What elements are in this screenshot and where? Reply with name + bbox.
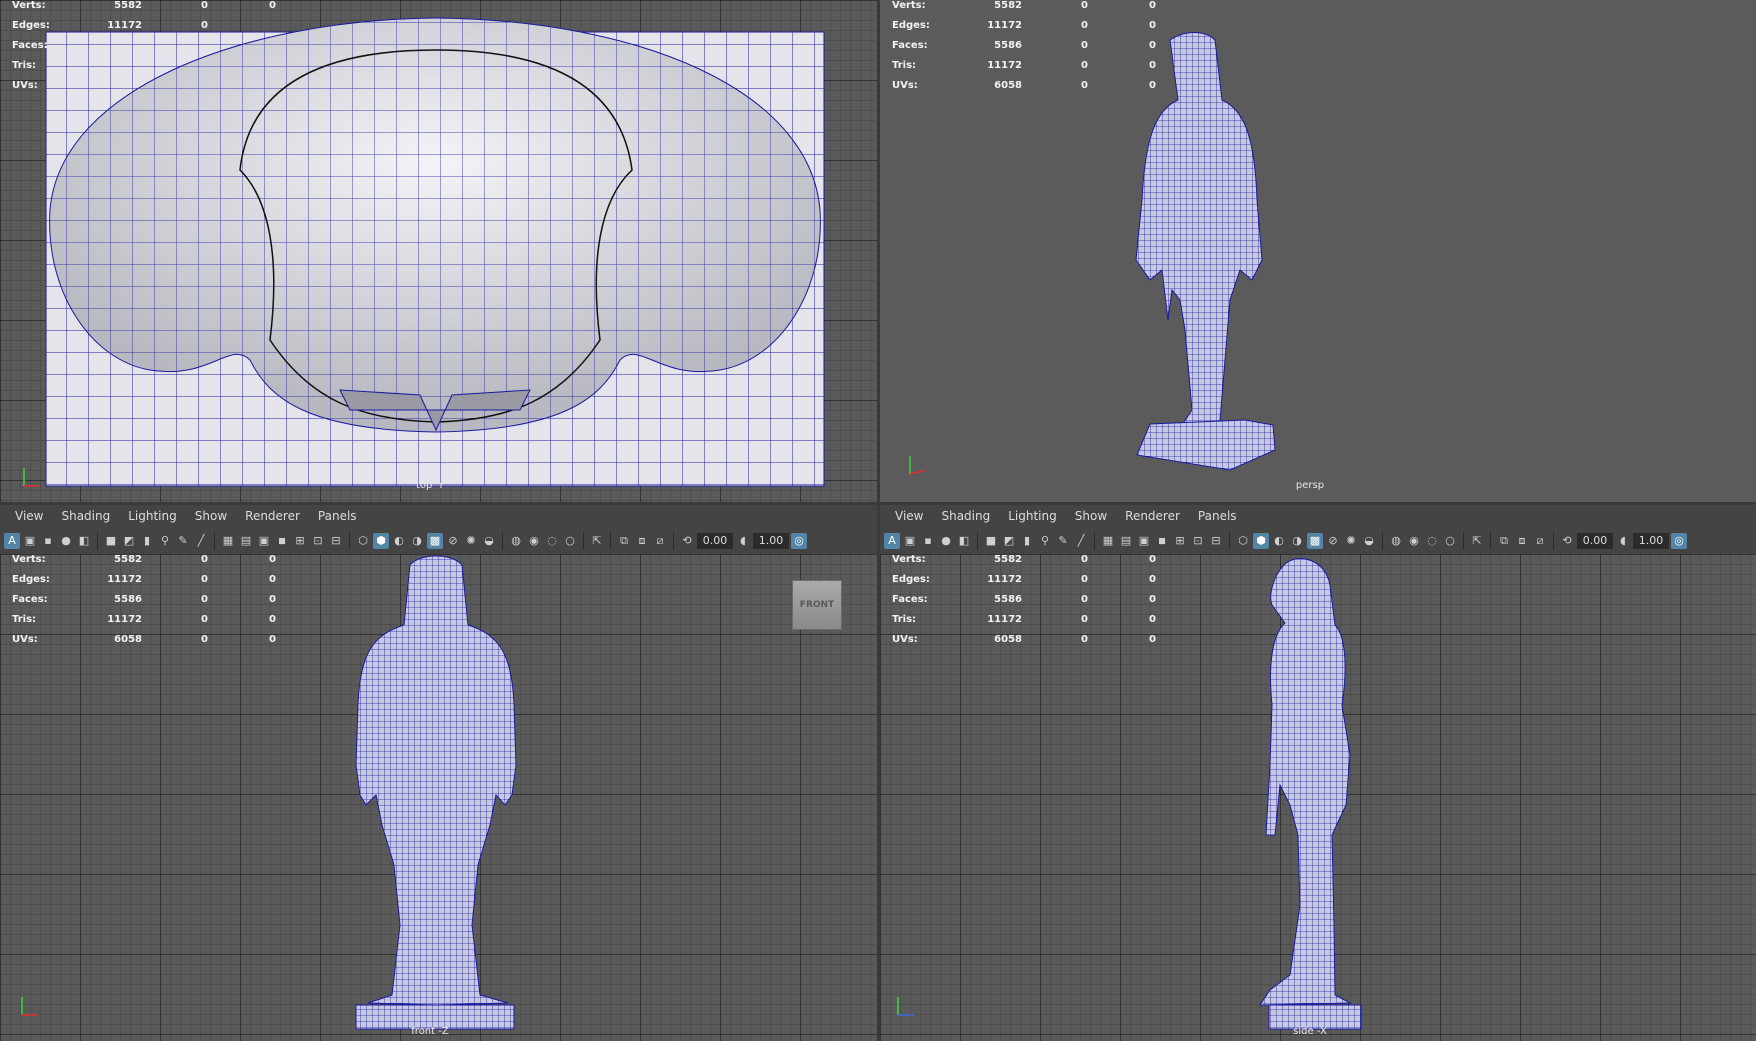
axis-gizmo-icon — [909, 456, 927, 475]
viewport-front[interactable]: View Shading Lighting Show Renderer Pane… — [0, 505, 877, 1041]
viewport-persp[interactable]: Verts: 5582 0 0 Edges: 11172 0 0 Faces: 5586 0 0 … — [880, 0, 1756, 502]
viewcube-front[interactable]: FRONT — [792, 580, 842, 630]
axis-gizmo-icon — [21, 997, 38, 1016]
camera-label-top: top -Y — [415, 480, 445, 491]
poly-count-hud: Verts: 5582 0 0 Edges: 11172 0 0 Faces: 5586 0 0 … — [12, 554, 276, 645]
poly-count-hud: Verts: 5582 0 0 Edges: 11172 0 0 Faces: 5586 0 0 … — [892, 0, 1156, 91]
axis-gizmo-icon — [897, 997, 914, 1016]
viewport-top[interactable]: Verts: 5582 0 0 Edges: 11172 0 Faces: Tris: U… — [0, 0, 877, 502]
camera-label-side: side -X — [1293, 1026, 1327, 1037]
poly-count-hud: Verts: 5582 0 0 Edges: 11172 0 0 Faces: 5586 0 0 … — [892, 554, 1156, 645]
camera-label-front: front -Z — [411, 1026, 449, 1037]
maya-four-view-layout: Verts: 5582 0 0 Edges: 11172 0 Faces: Tris: U… — [0, 0, 1756, 1041]
viewport-side[interactable]: View Shading Lighting Show Renderer Pane… — [880, 505, 1756, 1041]
pane-splitter-vertical[interactable] — [877, 0, 880, 1041]
axis-gizmo-icon — [23, 468, 40, 487]
poly-count-hud: Verts: 5582 0 0 Edges: 11172 0 Faces: Tris: U… — [12, 0, 276, 91]
camera-label-persp: persp — [1295, 480, 1325, 491]
